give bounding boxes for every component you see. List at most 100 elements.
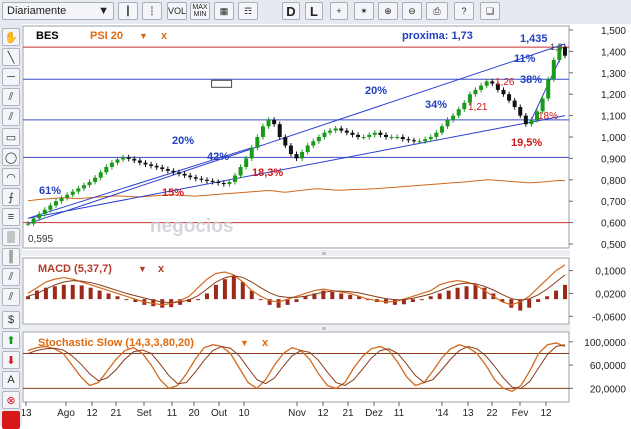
draw-tool-icon[interactable]: ✴ [354, 2, 374, 20]
price-candle [182, 173, 187, 176]
price-candle [333, 128, 338, 131]
macd-tick-label: 0,0200 [595, 289, 626, 300]
pitchfork-tool-icon[interactable]: ⫽ [2, 268, 20, 286]
macd-tick-label: -0,0600 [592, 312, 626, 323]
price-candle [227, 181, 232, 185]
price-candle [177, 172, 182, 174]
price-candle [484, 81, 489, 86]
price-candle [339, 128, 344, 131]
buy-arrow-icon[interactable]: ⬆ [2, 331, 20, 349]
price-tick-label: 0,900 [601, 154, 626, 165]
price-candle [361, 137, 366, 138]
price-candle [48, 205, 53, 210]
low-price-label: 0,595 [28, 234, 53, 245]
price-candle [272, 119, 277, 125]
price-candle [439, 126, 444, 133]
bar-chart-icon[interactable]: ┆ [142, 2, 162, 20]
price-candle [456, 109, 461, 116]
price-tick-label: 1,000 [601, 133, 626, 144]
crosshair-icon[interactable]: + [330, 2, 348, 20]
stochastic-tick-label: 60,0000 [590, 361, 627, 372]
macd-histogram-bar [61, 284, 66, 300]
annotation-red: 15% [162, 187, 184, 199]
maxmin-button[interactable]: MAX MIN [190, 2, 210, 20]
overlay-close-button[interactable]: x [161, 30, 168, 42]
price-candle [244, 158, 249, 167]
horizontal-line-tool-icon[interactable]: ─ [2, 68, 20, 86]
price-candle [249, 147, 254, 159]
pane-splitter-1[interactable] [22, 250, 570, 256]
vol-button[interactable]: VOL [167, 2, 187, 20]
pane-splitter-2[interactable] [22, 325, 570, 331]
speed-lines-icon[interactable]: ⫽ [2, 288, 20, 306]
hand-tool-icon[interactable]: ✋ [2, 28, 20, 46]
overlay-dropdown-icon[interactable]: ▼ [139, 31, 148, 41]
macd-histogram-bar [536, 299, 541, 302]
macd-close-button[interactable]: x [158, 263, 165, 275]
price-candle [143, 162, 148, 165]
overlay-label: PSI 20 [90, 30, 123, 42]
price-tick-label: 1,400 [601, 47, 626, 58]
dollar-tool-icon[interactable]: $ [2, 311, 20, 329]
annotation-red: 1,26 [495, 77, 515, 88]
macd-histogram-bar [97, 290, 102, 300]
price-candle [300, 151, 305, 159]
arc-tool-icon[interactable]: ◠ [2, 168, 20, 186]
annotation-blue: 61% [39, 185, 61, 197]
parallel-lines-tool-icon[interactable]: ⫽ [2, 108, 20, 126]
price-candle [451, 115, 456, 120]
period-dropdown[interactable]: Diariamente ▼ [2, 2, 114, 20]
proxima-label: proxima: 1,73 [402, 30, 473, 42]
price-candle [406, 139, 411, 141]
annotation-blue: 38% [520, 74, 542, 86]
macd-histogram-bar [563, 284, 567, 300]
fibonacci-fan-icon[interactable]: ⨍ [2, 188, 20, 206]
cycle-lines-icon[interactable]: ║ [2, 248, 20, 266]
grid-icon[interactable]: ▦ [214, 2, 234, 20]
macd-histogram-bar [205, 293, 209, 300]
zoom-in-icon[interactable]: ⊕ [378, 2, 398, 20]
gann-tool-icon[interactable]: ▒ [2, 228, 20, 246]
annotation-red: 19,5% [511, 137, 542, 149]
macd-histogram-bar [276, 299, 281, 308]
fibonacci-levels-icon[interactable]: ≡ [2, 208, 20, 226]
chart-type-icon[interactable]: ☶ [238, 2, 258, 20]
stochastic-dropdown-icon[interactable]: ▼ [240, 338, 249, 348]
scale-l-button[interactable]: L [305, 2, 323, 20]
drawing-tools-sidebar: ✋ ╲ ─ ⫽ ⫽ ▭ ◯ ◠ ⨍ ≡ ▒ ║ ⫽ ⫽ $ ⬆ ⬇ A ⊗ [0, 24, 23, 429]
price-tick-label: 1,100 [601, 112, 626, 123]
price-candle [389, 137, 394, 138]
macd-histogram-bar [34, 290, 39, 300]
print-icon[interactable]: ⎙ [426, 2, 448, 20]
ellipse-tool-icon[interactable]: ◯ [2, 148, 20, 166]
book-icon[interactable]: ❑ [480, 2, 500, 20]
price-tick-label: 1,200 [601, 90, 626, 101]
text-tool-icon[interactable]: A [2, 371, 20, 389]
macd-histogram-bar [196, 299, 201, 301]
rectangle-tool-icon[interactable]: ▭ [2, 128, 20, 146]
time-tick-label: Set [136, 408, 151, 419]
price-candle [512, 100, 517, 108]
price-candle [59, 197, 64, 202]
macd-histogram-bar [115, 296, 120, 300]
sell-arrow-icon[interactable]: ⬇ [2, 351, 20, 369]
help-icon[interactable]: ? [454, 2, 474, 20]
stochastic-close-button[interactable]: x [262, 337, 269, 349]
price-candle [490, 81, 495, 84]
price-candle [518, 107, 523, 116]
zoom-out-icon[interactable]: ⊖ [402, 2, 422, 20]
trend-line-tool-icon[interactable]: ╲ [2, 48, 20, 66]
scale-d-button[interactable]: D [282, 2, 300, 20]
macd-histogram-bar [52, 286, 57, 300]
color-swatch[interactable] [2, 411, 20, 429]
candle-chart-icon[interactable]: ┃ [118, 2, 138, 20]
time-tick-label: 13 [22, 408, 32, 419]
channel-tool-icon[interactable]: ⫽ [2, 88, 20, 106]
annotation-red: 1,21 [468, 102, 488, 113]
delete-icon[interactable]: ⊗ [2, 391, 20, 409]
price-tick-label: 0,800 [601, 176, 626, 187]
price-candle [266, 119, 271, 127]
price-candle [328, 130, 333, 133]
macd-histogram-bar [464, 286, 469, 300]
macd-dropdown-icon[interactable]: ▼ [138, 264, 147, 274]
